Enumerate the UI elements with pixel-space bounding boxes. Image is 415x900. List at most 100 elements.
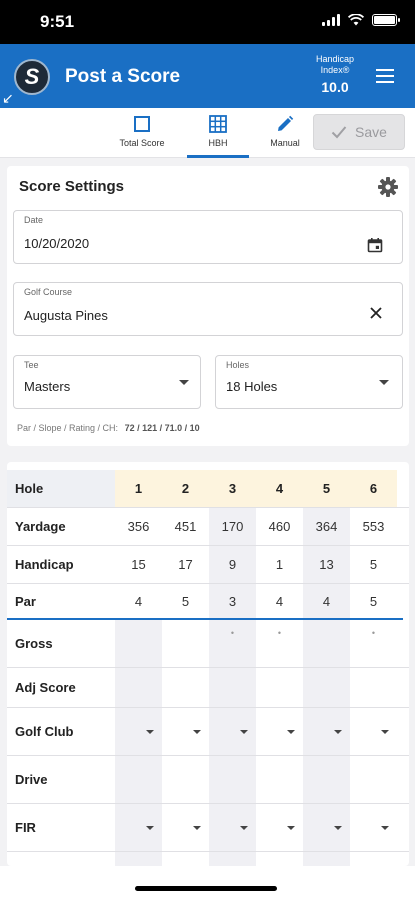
golf-club-select[interactable]: [162, 708, 209, 755]
course-rating-value: 72 / 121 / 71.0 / 10: [124, 423, 200, 433]
par-cell: 4: [303, 584, 350, 618]
golf-club-select[interactable]: [256, 708, 303, 755]
wifi-icon: [348, 14, 364, 26]
app-header: S ↙ Post a Score Handicap Index® 10.0: [0, 44, 415, 108]
drive-input[interactable]: [115, 756, 162, 803]
page-title: Post a Score: [65, 66, 181, 87]
tab-label: Manual: [270, 138, 300, 148]
handicap-cell: 17: [178, 557, 193, 572]
hole-number: 2: [162, 470, 209, 507]
gross-row: Gross • • •: [7, 620, 409, 668]
golf-club-select[interactable]: [115, 708, 162, 755]
fir-select[interactable]: [256, 804, 303, 851]
chevron-down-icon: [334, 825, 342, 830]
handicap-cell: 1: [275, 557, 284, 572]
gross-input[interactable]: •: [256, 620, 303, 667]
score-settings-title: Score Settings: [19, 178, 125, 195]
chevron-down-icon: [287, 825, 295, 830]
tab-total-score[interactable]: Total Score: [111, 114, 173, 148]
yardage-cell: 356: [127, 519, 150, 534]
fir-select[interactable]: [350, 804, 397, 851]
row-label: Drive: [15, 772, 48, 787]
handicap-cell: 15: [131, 557, 146, 572]
scorecard: Hole 1 2 3 4 5 6 Yardage 356 451 170 460…: [7, 462, 409, 866]
row-label: Par: [15, 593, 36, 609]
golf-club-select[interactable]: [350, 708, 397, 755]
tee-value: Masters: [24, 379, 71, 394]
gross-input[interactable]: [162, 620, 209, 667]
hamburger-menu-icon[interactable]: [376, 69, 394, 87]
handicap-cell: 9: [209, 546, 256, 583]
golf-club-row: Golf Club: [7, 708, 409, 756]
yardage-row: Yardage 356 451 170 460 364 553: [7, 508, 409, 546]
tee-select[interactable]: Tee Masters: [13, 355, 201, 409]
gross-input[interactable]: •: [209, 620, 256, 667]
chevron-down-icon: [146, 825, 154, 830]
par-row: Par 4 5 3 4 4 5: [7, 584, 409, 618]
gross-input[interactable]: •: [350, 620, 397, 667]
fir-select[interactable]: [115, 804, 162, 851]
hole-label: Hole: [7, 470, 115, 507]
chevron-down-icon: [381, 825, 389, 830]
gross-input[interactable]: [115, 620, 162, 667]
date-field[interactable]: Date 10/20/2020: [13, 210, 403, 264]
par-cell: 4: [134, 593, 143, 609]
collapse-arrow-icon[interactable]: ↙: [2, 90, 14, 107]
date-value: 10/20/2020: [24, 236, 90, 251]
tab-manual[interactable]: Manual: [254, 114, 316, 148]
chevron-down-icon: [179, 380, 189, 385]
handicap-row: Handicap 15 17 9 1 13 5: [7, 546, 409, 584]
row-label: Adj Score: [15, 680, 76, 695]
marker-dot: •: [371, 628, 376, 638]
drive-input[interactable]: [256, 756, 303, 803]
row-label: Gross: [15, 636, 53, 651]
adj-score-cell: [209, 668, 256, 707]
drive-input[interactable]: [162, 756, 209, 803]
fir-select[interactable]: [209, 804, 256, 851]
par-cell: 3: [209, 584, 256, 618]
golf-course-field[interactable]: Golf Course Augusta Pines: [13, 282, 403, 336]
clear-icon[interactable]: [369, 306, 383, 320]
partial-cell: [303, 852, 350, 866]
course-rating-label: Par / Slope / Rating / CH:: [17, 423, 119, 433]
yardage-cell: 170: [209, 508, 256, 545]
grid-icon: [209, 115, 227, 133]
course-rating-info: Par / Slope / Rating / CH: 72 / 121 / 71…: [17, 423, 200, 433]
golf-course-value: Augusta Pines: [24, 308, 108, 323]
calendar-icon[interactable]: [367, 237, 383, 253]
drive-input[interactable]: [209, 756, 256, 803]
drive-input[interactable]: [303, 756, 350, 803]
home-bar: [0, 866, 415, 900]
adj-score-cell: [256, 668, 303, 707]
drive-input[interactable]: [350, 756, 397, 803]
save-label: Save: [355, 124, 387, 140]
golf-course-label: Golf Course: [24, 287, 73, 297]
tab-hbh[interactable]: HBH: [187, 114, 249, 148]
chevron-down-icon: [287, 729, 295, 734]
yardage-cell: 553: [362, 519, 385, 534]
active-tab-indicator: [187, 155, 249, 158]
hole-number: 1: [115, 470, 162, 507]
gear-icon[interactable]: [377, 176, 399, 198]
chevron-down-icon: [240, 729, 248, 734]
home-indicator[interactable]: [135, 886, 277, 891]
hole-number: 4: [256, 470, 303, 507]
holes-select[interactable]: Holes 18 Holes: [215, 355, 403, 409]
fir-select[interactable]: [303, 804, 350, 851]
marker-dot: •: [230, 628, 235, 638]
gross-input[interactable]: [303, 620, 350, 667]
signal-icon: [322, 14, 340, 26]
golf-club-select[interactable]: [209, 708, 256, 755]
chevron-down-icon: [193, 825, 201, 830]
par-cell: 5: [369, 593, 378, 609]
handicap-cell: 5: [369, 557, 378, 572]
fir-select[interactable]: [162, 804, 209, 851]
golf-club-select[interactable]: [303, 708, 350, 755]
row-label: FIR: [15, 820, 36, 835]
adj-score-cell: [115, 668, 162, 707]
score-settings-card: Score Settings Date 10/20/2020 Golf Cour…: [7, 166, 409, 446]
adj-score-cell: [303, 668, 350, 707]
yardage-cell: 451: [174, 519, 197, 534]
row-label: Yardage: [15, 519, 66, 534]
save-button[interactable]: Save: [313, 114, 405, 150]
